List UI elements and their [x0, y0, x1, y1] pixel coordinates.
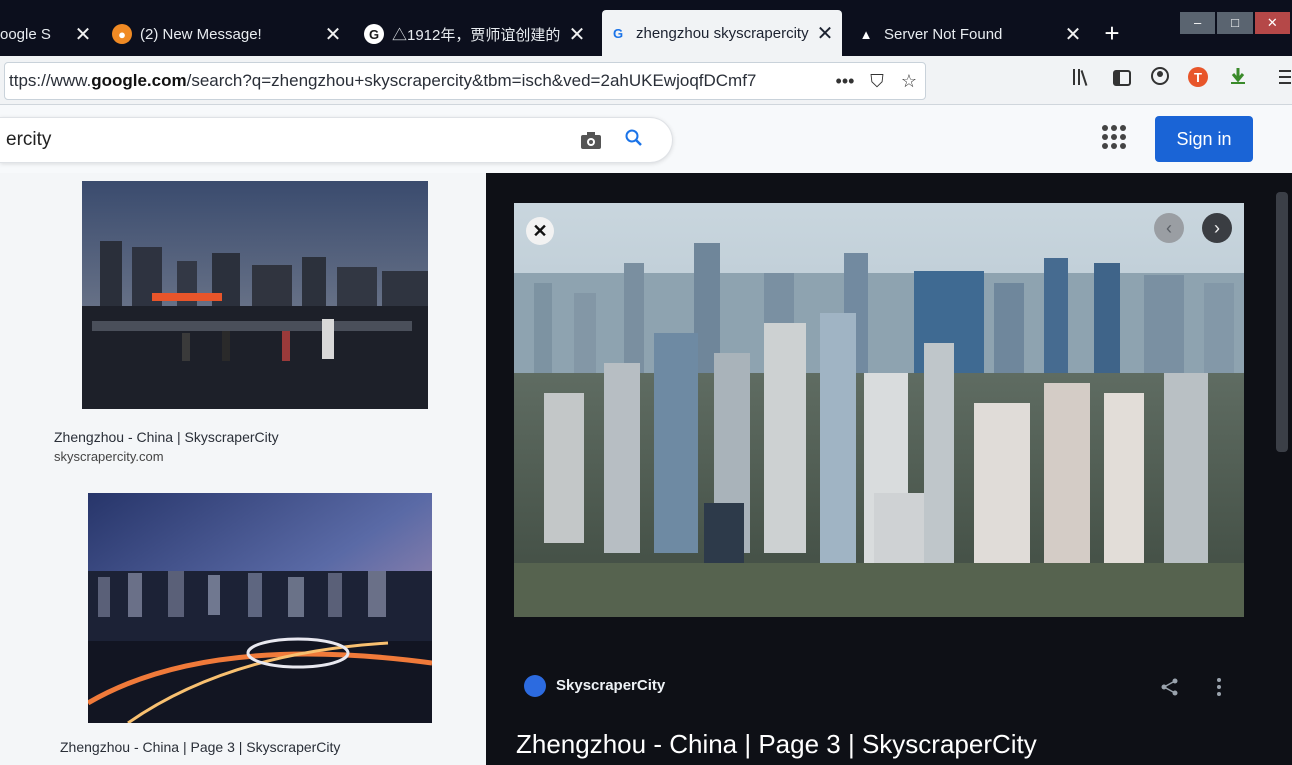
tab-title: oogle S — [0, 25, 51, 43]
account-icon[interactable] — [1146, 66, 1174, 94]
more-options-icon[interactable] — [1216, 677, 1222, 703]
sign-in-button[interactable]: Sign in — [1155, 116, 1253, 162]
extension-t-icon[interactable]: T — [1184, 66, 1212, 94]
close-preview-icon[interactable]: ✕ — [526, 217, 554, 245]
google-favicon-icon: G — [612, 25, 624, 41]
svg-text:T: T — [1194, 70, 1202, 85]
result-thumbnail-1[interactable] — [82, 181, 428, 409]
globe-icon — [524, 675, 546, 697]
next-image-icon[interactable]: › — [1202, 213, 1232, 243]
image-results: Zhengzhou - China | SkyscraperCity skysc… — [0, 173, 486, 765]
preview-title[interactable]: Zhengzhou - China | Page 3 | SkyscraperC… — [516, 729, 1037, 760]
close-tab-icon[interactable]: ✕ — [322, 22, 344, 47]
sidebar-icon[interactable] — [1108, 66, 1136, 94]
tab-zhengzhou-search[interactable]: G zhengzhou skyscrapercity ✕ — [602, 10, 842, 56]
close-tab-icon[interactable]: ✕ — [72, 22, 94, 47]
tab-new-message[interactable]: ● (2) New Message! ✕ — [106, 12, 350, 56]
url-prefix: ttps://www. — [9, 71, 92, 90]
tab-bar: oogle S ✕ ● (2) New Message! ✕ G △1912年，… — [0, 0, 1292, 56]
menu-icon[interactable] — [1270, 66, 1292, 94]
tab-google-search[interactable]: oogle S ✕ — [0, 12, 100, 56]
maximize-icon[interactable]: □ — [1217, 12, 1253, 34]
preview-image[interactable] — [514, 203, 1244, 617]
close-tab-icon[interactable]: ✕ — [814, 21, 836, 46]
search-input[interactable]: ercity — [6, 129, 51, 151]
image-preview-panel: ✕ ‹ › SkyscraperCity Zhengzhou - China |… — [486, 173, 1292, 765]
previous-image-icon[interactable]: ‹ — [1154, 213, 1184, 243]
tab-title: Server Not Found — [884, 25, 1003, 43]
window-close-icon[interactable]: ✕ — [1254, 12, 1290, 34]
minimize-icon[interactable]: – — [1180, 12, 1216, 34]
search-box[interactable]: ercity — [0, 117, 673, 163]
window-controls: – □ ✕ — [1180, 12, 1292, 36]
search-header: ercity Sign in — [0, 105, 1292, 174]
url-path: /search?q=zhengzhou+skyscrapercity&tbm=i… — [186, 71, 757, 90]
download-icon[interactable] — [1224, 66, 1252, 94]
navigation-bar: ttps://www.google.com/search?q=zhengzhou… — [0, 56, 1292, 105]
result-caption[interactable]: Zhengzhou - China | Page 3 | SkyscraperC… — [60, 739, 340, 755]
scrollbar[interactable] — [1276, 192, 1288, 452]
library-icon[interactable] — [1068, 66, 1096, 94]
url-domain: google.com — [91, 71, 187, 90]
tab-title: zhengzhou skyscrapercity — [636, 24, 809, 42]
tab-title: △1912年，贾师谊创建的 — [392, 26, 561, 44]
g-favicon-icon: G — [364, 24, 384, 44]
new-tab-button[interactable]: + — [1098, 16, 1126, 50]
warning-favicon-icon: ▲ — [859, 26, 873, 42]
result-source[interactable]: skyscrapercity.com — [54, 449, 164, 464]
address-bar[interactable]: ttps://www.google.com/search?q=zhengzhou… — [4, 62, 926, 100]
search-icon[interactable] — [624, 128, 646, 150]
share-icon[interactable] — [1160, 677, 1180, 703]
google-apps-icon[interactable] — [1102, 125, 1126, 149]
page-actions-icon[interactable]: ••• — [829, 71, 861, 92]
tab-title: (2) New Message! — [140, 25, 262, 43]
close-tab-icon[interactable]: ✕ — [566, 22, 588, 47]
result-thumbnail-2[interactable] — [88, 493, 432, 723]
tab-server-not-found[interactable]: ▲ Server Not Found ✕ — [850, 12, 1090, 56]
tab-chinese-article[interactable]: G △1912年，贾师谊创建的 ✕ — [358, 12, 594, 56]
source-site-name[interactable]: SkyscraperCity — [556, 677, 665, 694]
result-caption[interactable]: Zhengzhou - China | SkyscraperCity — [54, 429, 279, 445]
pocket-icon[interactable]: ⛉ — [861, 71, 893, 92]
message-favicon-icon: ● — [112, 24, 132, 44]
close-tab-icon[interactable]: ✕ — [1062, 22, 1084, 47]
bookmark-star-icon[interactable]: ☆ — [893, 71, 925, 92]
url-text[interactable]: ttps://www.google.com/search?q=zhengzhou… — [5, 71, 829, 91]
camera-icon[interactable] — [580, 130, 602, 150]
